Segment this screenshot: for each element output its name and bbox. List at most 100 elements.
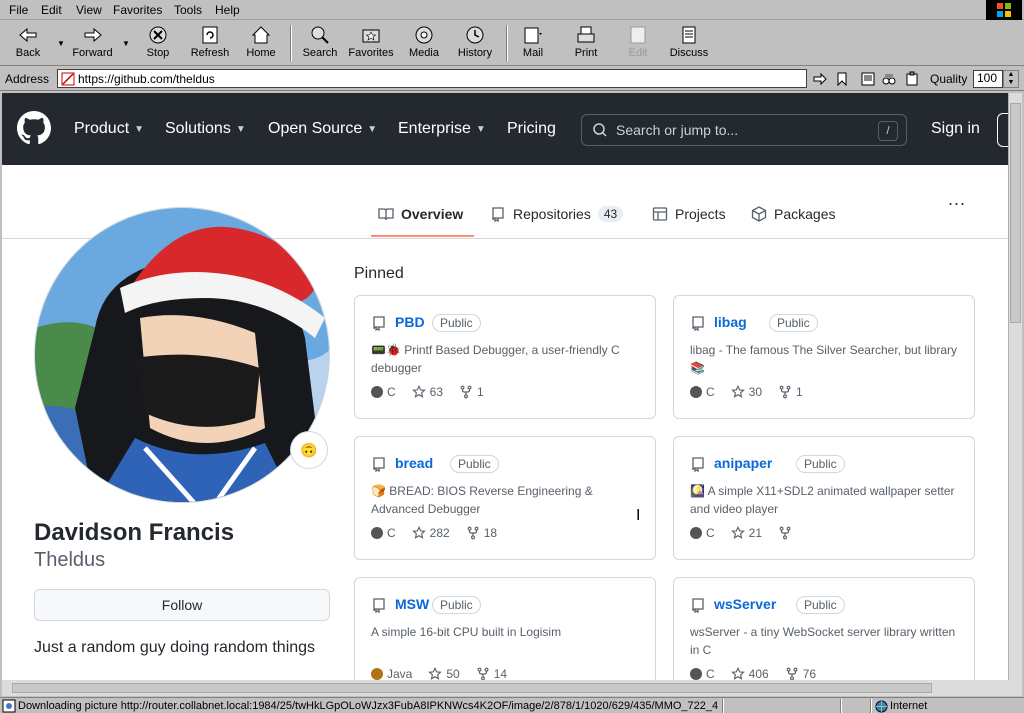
repo-forks-link[interactable]: 1 xyxy=(459,385,484,399)
repo-name-link[interactable]: PBD xyxy=(395,314,425,330)
favorites-folder-icon xyxy=(362,29,380,43)
book-icon xyxy=(378,208,394,221)
forward-dropdown-icon[interactable]: ▼ xyxy=(122,39,130,48)
repo-name-link[interactable]: bread xyxy=(395,455,433,471)
repo-forks-link[interactable]: 14 xyxy=(476,667,507,680)
repo-description: wsServer - a tiny WebSocket server libra… xyxy=(690,625,956,657)
mail-button[interactable]: Mail xyxy=(518,24,548,62)
profile-username: Theldus xyxy=(34,549,106,571)
menu-tools[interactable]: Tools xyxy=(174,3,202,17)
pinned-repo-card: PBD Public 📟🐞 Printf Based Debugger, a use… xyxy=(354,295,656,419)
star-icon xyxy=(730,526,745,539)
visibility-badge: Public xyxy=(432,314,481,332)
stop-button[interactable]: Stop xyxy=(143,24,173,62)
repo-stars-link[interactable]: 63 xyxy=(411,385,443,399)
repo-icon xyxy=(692,598,704,613)
repo-forks-link[interactable]: 76 xyxy=(785,667,816,680)
clipboard-icon[interactable] xyxy=(904,71,920,87)
repo-name-link[interactable]: anipaper xyxy=(714,455,772,471)
tab-overview[interactable]: Overview xyxy=(378,206,463,222)
chevron-down-icon: ▼ xyxy=(367,123,378,135)
fork-icon xyxy=(786,667,798,680)
image-icon[interactable] xyxy=(860,71,876,87)
fork-icon xyxy=(779,385,791,399)
mail-icon xyxy=(524,27,542,44)
refresh-button[interactable]: Refresh xyxy=(189,24,231,62)
bookmark-icon[interactable] xyxy=(834,71,850,87)
discuss-button[interactable]: Discuss xyxy=(668,24,710,62)
language-color-dot xyxy=(371,668,383,680)
repo-icon xyxy=(492,207,504,222)
repo-name-link[interactable]: libag xyxy=(714,314,747,330)
repo-stars-link[interactable]: 50 xyxy=(428,667,460,680)
star-icon xyxy=(730,667,745,680)
status-text: Downloading picture http://router.collab… xyxy=(18,700,718,712)
nav-open-source[interactable]: Open Source ▼ xyxy=(268,120,377,138)
sign-in-link[interactable]: Sign in xyxy=(931,120,980,138)
home-button[interactable]: Home xyxy=(245,24,277,62)
print-button[interactable]: Print xyxy=(571,24,601,62)
avatar[interactable] xyxy=(34,207,330,503)
visibility-badge: Public xyxy=(432,596,481,614)
repo-stars-link[interactable]: 30 xyxy=(730,385,762,399)
vertical-scrollbar[interactable] xyxy=(1008,93,1022,680)
back-button[interactable]: Back xyxy=(13,24,43,62)
repo-description: 📟🐞 Printf Based Debugger, a user-friendl… xyxy=(371,343,620,375)
horizontal-scrollbar[interactable] xyxy=(2,680,1022,696)
nav-pricing[interactable]: Pricing xyxy=(507,120,556,138)
repo-stars-link[interactable]: 282 xyxy=(411,526,450,540)
history-button[interactable]: History xyxy=(456,24,494,62)
repo-forks-link[interactable] xyxy=(778,526,796,540)
repo-stars-link[interactable]: 21 xyxy=(730,526,762,540)
history-icon xyxy=(466,26,484,44)
status-emoji[interactable]: 🙃 xyxy=(290,431,328,469)
repo-forks-link[interactable]: 1 xyxy=(778,385,803,399)
scrollbar-thumb[interactable] xyxy=(12,683,932,693)
tab-projects[interactable]: Projects xyxy=(652,206,726,222)
search-button[interactable]: Search xyxy=(302,24,338,62)
toolbar-separator xyxy=(290,25,292,61)
scrollbar-thumb[interactable] xyxy=(1010,103,1021,323)
menu-edit[interactable]: Edit xyxy=(41,3,62,17)
pinned-repo-card: MSW Public A simple 16-bit CPU built in Lo… xyxy=(354,577,656,680)
edit-button[interactable]: Edit xyxy=(624,24,652,62)
tab-packages[interactable]: Packages xyxy=(751,206,835,222)
repo-stars-link[interactable]: 406 xyxy=(730,667,769,680)
github-search-input[interactable]: Search or jump to... / xyxy=(581,114,907,146)
repo-name-link[interactable]: MSW xyxy=(395,596,429,612)
browser-window: File Edit View Favorites Tools Help Back… xyxy=(0,0,1024,713)
back-dropdown-icon[interactable]: ▼ xyxy=(57,39,65,48)
go-arrow-icon[interactable] xyxy=(812,71,828,87)
chevron-down-icon: ▼ xyxy=(475,123,486,135)
address-input[interactable]: https://github.com/theldus xyxy=(57,69,807,88)
favorites-button[interactable]: Favorites xyxy=(348,24,394,62)
quality-spinner[interactable]: ▲ ▼ xyxy=(1003,70,1019,88)
forward-button[interactable]: Forward xyxy=(70,24,115,62)
menu-favorites[interactable]: Favorites xyxy=(113,3,162,17)
star-icon xyxy=(411,385,426,398)
media-button[interactable]: Media xyxy=(407,24,441,62)
menu-view[interactable]: View xyxy=(76,3,102,17)
windows-logo-icon xyxy=(986,0,1022,20)
nav-product[interactable]: Product ▼ xyxy=(74,120,144,138)
more-options-button[interactable]: ... xyxy=(948,189,966,210)
visibility-badge: Public xyxy=(796,596,845,614)
quality-input[interactable]: 100 xyxy=(973,70,1003,88)
language-color-dot xyxy=(690,386,702,398)
search-icon xyxy=(593,123,607,137)
nav-solutions[interactable]: Solutions ▼ xyxy=(165,120,246,138)
tab-repositories[interactable]: Repositories 43 xyxy=(490,206,624,222)
repo-name-link[interactable]: wsServer xyxy=(714,596,776,612)
binoculars-icon[interactable] xyxy=(881,71,897,87)
menu-help[interactable]: Help xyxy=(215,3,240,17)
printer-icon xyxy=(577,26,595,43)
menu-file[interactable]: File xyxy=(9,3,28,17)
status-bar: Downloading picture http://router.collab… xyxy=(0,697,1024,713)
back-arrow-icon xyxy=(19,27,37,43)
address-url: https://github.com/theldus xyxy=(78,71,215,86)
repo-forks-link[interactable]: 18 xyxy=(466,526,497,540)
sign-up-button[interactable] xyxy=(997,113,1008,147)
follow-button[interactable]: Follow xyxy=(34,589,330,621)
nav-enterprise[interactable]: Enterprise ▼ xyxy=(398,120,486,138)
github-logo-icon[interactable] xyxy=(17,111,51,145)
